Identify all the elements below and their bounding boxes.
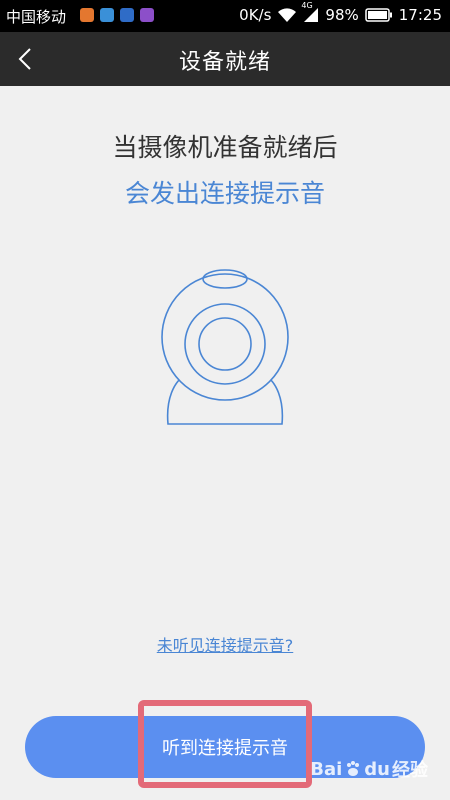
heard-tone-button-label: 听到连接提示音 bbox=[162, 738, 288, 759]
battery-icon bbox=[365, 8, 393, 22]
notification-icons bbox=[80, 8, 154, 22]
paw-icon bbox=[344, 760, 362, 778]
status-bar: 中国移动 0K/s 4G 98% 17:25 bbox=[0, 0, 450, 32]
carrier-label: 中国移动 bbox=[6, 8, 67, 26]
watermark-jingyan: 经验 bbox=[392, 760, 428, 781]
network-type-label: 4G bbox=[301, 1, 313, 10]
battery-percent: 98% bbox=[325, 6, 359, 24]
baidu-watermark: Bai du 经验 bbox=[310, 756, 428, 782]
clock: 17:25 bbox=[398, 6, 442, 24]
webcam-icon bbox=[150, 262, 300, 436]
app-icon-chat bbox=[120, 8, 134, 22]
instruction-subline: 会发出连接提示音 bbox=[124, 179, 325, 208]
watermark-du: du bbox=[364, 758, 390, 780]
help-link[interactable]: 未听见连接提示音? bbox=[0, 632, 450, 656]
signal-icon: 4G bbox=[301, 1, 319, 23]
page-title: 设备就绪 bbox=[178, 50, 271, 75]
wifi-icon bbox=[277, 7, 297, 23]
instruction-headline: 当摄像机准备就绪后 bbox=[112, 133, 338, 162]
status-indicators: 0K/s 4G 98% 17:25 bbox=[239, 1, 442, 24]
network-speed: 0K/s bbox=[239, 6, 272, 24]
app-icon-orange bbox=[80, 8, 94, 22]
app-icon-purple bbox=[140, 8, 154, 22]
app-icon-blue bbox=[100, 8, 114, 22]
title-bar: 设备就绪 bbox=[0, 32, 450, 86]
watermark-bai: Bai bbox=[310, 758, 343, 780]
